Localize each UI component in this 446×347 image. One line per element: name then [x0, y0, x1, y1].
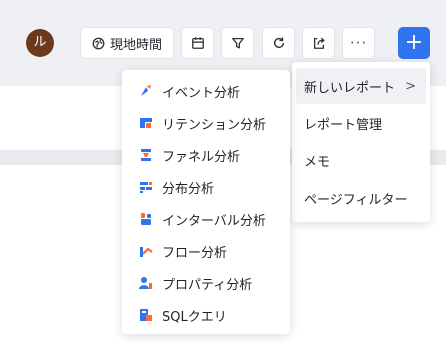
add-button[interactable]: +	[398, 27, 430, 59]
distribution-analysis-icon	[138, 179, 154, 195]
submenu-item-interval-analysis[interactable]: インターバル分析	[122, 203, 290, 235]
submenu-item-funnel-analysis[interactable]: ファネル分析	[122, 139, 290, 171]
submenu-item-label: プロパティ分析	[162, 277, 253, 293]
plus-icon: +	[404, 30, 424, 55]
property-analysis-icon	[138, 275, 154, 291]
refresh-icon	[272, 36, 286, 50]
menu-item-label: メモ	[304, 154, 331, 170]
flow-analysis-icon	[138, 243, 154, 259]
more-button[interactable]: ···	[342, 27, 375, 59]
new-report-submenu: イベント分析 リテンション分析 ファネル分析 分布分析 インターバル分析 フロー…	[122, 70, 290, 334]
menu-item-label: ページフィルター	[304, 192, 408, 208]
add-dropdown-menu: 新しいレポート > レポート管理 メモ ページフィルター	[292, 62, 430, 222]
share-button[interactable]	[302, 27, 335, 59]
refresh-button[interactable]	[262, 27, 295, 59]
submenu-item-label: SQLクエリ	[162, 309, 227, 325]
timezone-label: 現地時間	[109, 37, 162, 53]
submenu-item-sql-query[interactable]: SQLクエリ	[122, 299, 290, 331]
submenu-item-label: ファネル分析	[162, 149, 241, 165]
calendar-button[interactable]	[181, 27, 214, 59]
submenu-item-label: インターバル分析	[162, 213, 266, 229]
retention-analysis-icon	[138, 115, 154, 131]
menu-item-label: 新しいレポート	[304, 80, 396, 96]
menu-item-memo[interactable]: メモ	[296, 142, 426, 178]
submenu-item-label: フロー分析	[162, 245, 228, 261]
share-icon	[312, 36, 326, 50]
calendar-icon	[191, 36, 205, 50]
submenu-item-retention-analysis[interactable]: リテンション分析	[122, 107, 290, 139]
more-icon: ···	[349, 34, 368, 52]
submenu-item-event-analysis[interactable]: イベント分析	[122, 75, 290, 107]
avatar[interactable]: ル	[26, 29, 54, 57]
submenu-item-label: 分布分析	[162, 181, 215, 197]
funnel-analysis-icon	[138, 147, 154, 163]
globe-icon	[92, 37, 105, 50]
menu-item-report-management[interactable]: レポート管理	[296, 105, 426, 141]
submenu-item-label: リテンション分析	[162, 117, 267, 133]
event-analysis-icon	[138, 83, 154, 99]
interval-analysis-icon	[138, 211, 154, 227]
filter-button[interactable]	[221, 27, 254, 59]
submenu-item-flow-analysis[interactable]: フロー分析	[122, 235, 290, 267]
timezone-button[interactable]: 現地時間	[80, 27, 174, 59]
filter-icon	[231, 36, 245, 50]
submenu-item-distribution-analysis[interactable]: 分布分析	[122, 171, 290, 203]
sql-query-icon	[138, 307, 154, 323]
submenu-item-label: イベント分析	[162, 85, 241, 101]
menu-item-page-filter[interactable]: ページフィルター	[296, 180, 426, 216]
submenu-item-property-analysis[interactable]: プロパティ分析	[122, 267, 290, 299]
chevron-right-icon: >	[405, 78, 416, 94]
menu-item-label: レポート管理	[304, 117, 383, 133]
menu-item-new-report[interactable]: 新しいレポート >	[296, 68, 426, 104]
